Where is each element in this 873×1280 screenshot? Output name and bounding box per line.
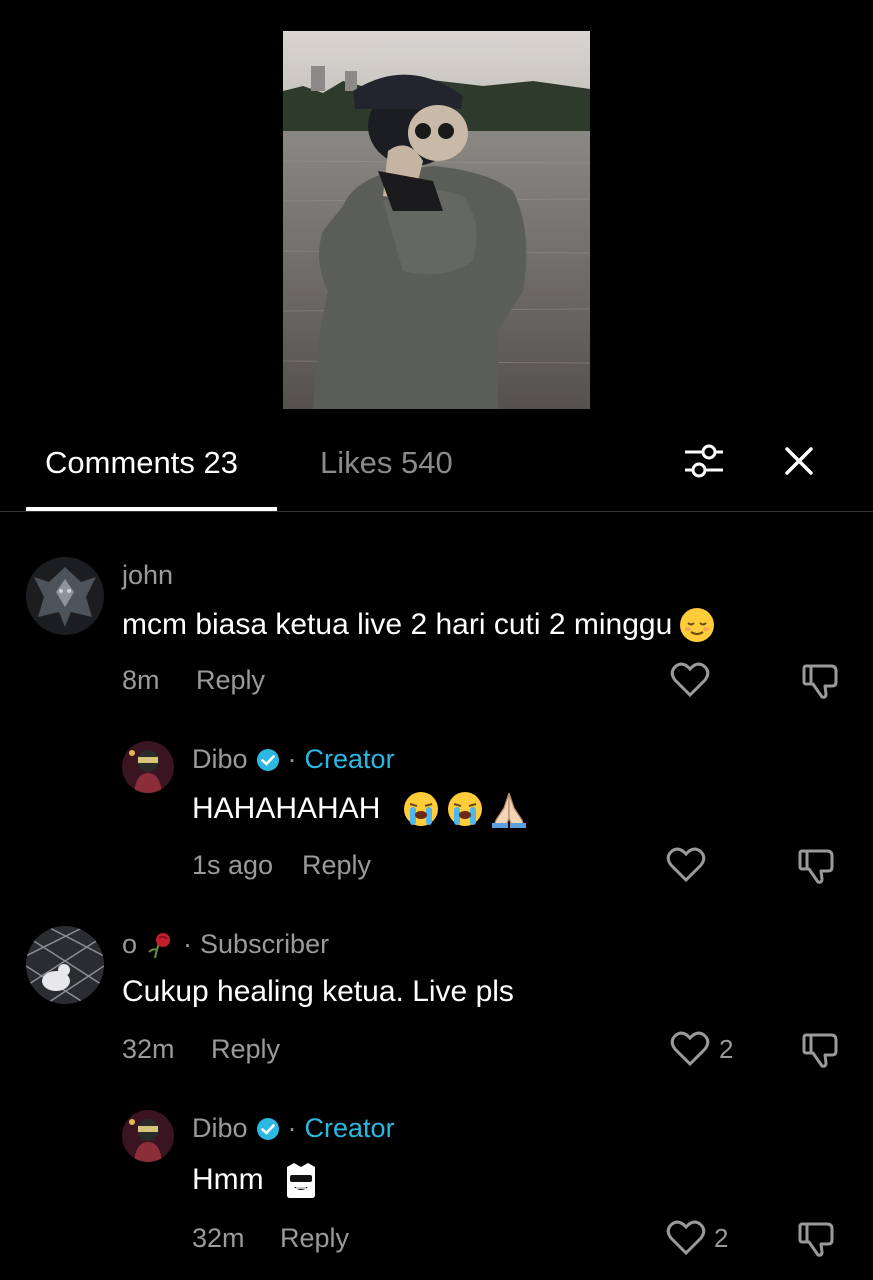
comment-username[interactable]: john bbox=[122, 560, 173, 591]
like-count: 2 bbox=[719, 1034, 734, 1064]
avatar[interactable] bbox=[26, 557, 104, 635]
comment-body: Cukup healing ketua. Live pls bbox=[122, 975, 514, 1008]
post-photo bbox=[283, 31, 590, 409]
reply-timestamp: 1s ago bbox=[192, 850, 274, 880]
subscriber-badge: Subscriber bbox=[200, 929, 330, 959]
reply-button[interactable]: Reply bbox=[280, 1223, 349, 1254]
separator-dot: · bbox=[183, 929, 193, 959]
heart-outline-icon[interactable] bbox=[670, 662, 710, 698]
creator-badge: Creator bbox=[304, 744, 395, 774]
heart-outline-icon[interactable] bbox=[666, 1220, 706, 1256]
comment-text: mcm biasa ketua live 2 hari cuti 2 mingg… bbox=[122, 606, 716, 644]
rose-emoji bbox=[145, 930, 175, 960]
heart-outline-icon[interactable] bbox=[666, 847, 706, 883]
username-text[interactable]: john bbox=[122, 560, 173, 591]
reply-button[interactable]: Reply bbox=[196, 665, 265, 696]
comment-timestamp: 8m bbox=[122, 665, 160, 695]
folded-hands-emoji bbox=[490, 790, 528, 828]
verified-check-icon bbox=[256, 748, 280, 772]
avatar[interactable] bbox=[26, 926, 104, 1004]
relieved-face-emoji bbox=[678, 606, 716, 644]
username-text[interactable]: Dibo bbox=[192, 744, 248, 775]
tabs-divider bbox=[0, 511, 873, 512]
thumbs-down-icon[interactable] bbox=[801, 1031, 839, 1069]
username-text[interactable]: Dibo bbox=[192, 1113, 248, 1144]
thumbs-down-icon[interactable] bbox=[797, 1220, 835, 1258]
verified-check-icon bbox=[256, 1117, 280, 1141]
reply-text: Hmm bbox=[192, 1161, 320, 1199]
reply-button[interactable]: Reply bbox=[302, 850, 371, 881]
like-count: 2 bbox=[714, 1223, 729, 1253]
creator-badge: Creator bbox=[304, 1113, 395, 1143]
tab-likes[interactable]: Likes 540 bbox=[320, 445, 453, 481]
comment-body: mcm biasa ketua live 2 hari cuti 2 mingg… bbox=[122, 608, 673, 641]
reply-username[interactable]: Dibo · Creator bbox=[192, 1113, 395, 1144]
thumbs-down-icon[interactable] bbox=[797, 847, 835, 885]
reply-timestamp: 32m bbox=[192, 1223, 245, 1253]
comment-timestamp: 32m bbox=[122, 1034, 175, 1064]
reply-button[interactable]: Reply bbox=[211, 1034, 280, 1065]
tab-comments[interactable]: Comments 23 bbox=[45, 445, 238, 481]
heart-outline-icon[interactable] bbox=[670, 1031, 710, 1067]
separator-dot: · bbox=[287, 1113, 297, 1143]
thumbs-down-icon[interactable] bbox=[801, 662, 839, 700]
reply-text: HAHAHAHAH bbox=[192, 790, 528, 828]
loudly-crying-face-emoji bbox=[446, 790, 484, 828]
reply-username[interactable]: Dibo · Creator bbox=[192, 744, 395, 775]
close-icon[interactable] bbox=[782, 444, 816, 478]
reply-body: HAHAHAHAH bbox=[192, 792, 381, 825]
comment-text: Cukup healing ketua. Live pls bbox=[122, 975, 514, 1009]
sliders-filter-icon[interactable] bbox=[683, 441, 725, 481]
comment-username[interactable]: o · Subscriber bbox=[122, 929, 329, 960]
username-text[interactable]: o bbox=[122, 929, 137, 960]
separator-dot: · bbox=[287, 744, 297, 774]
avatar[interactable] bbox=[122, 1110, 174, 1162]
avatar[interactable] bbox=[122, 741, 174, 793]
reply-body: Hmm bbox=[192, 1163, 264, 1196]
sunglasses-ghost-emoji bbox=[282, 1161, 320, 1199]
loudly-crying-face-emoji bbox=[402, 790, 440, 828]
